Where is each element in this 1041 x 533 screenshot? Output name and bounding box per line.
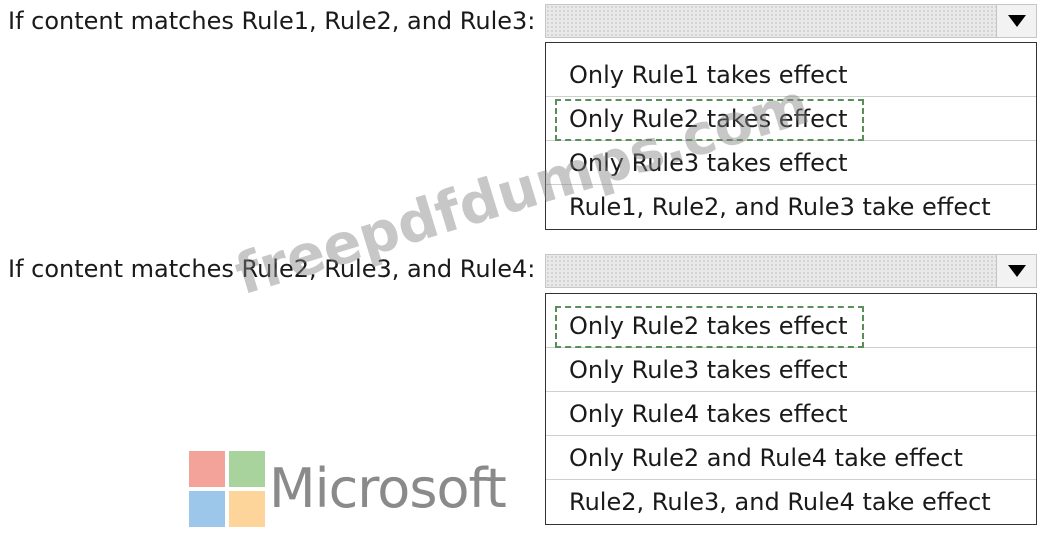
question-2-options: Only Rule2 takes effect Only Rule3 takes… <box>545 293 1037 525</box>
question-1-label: If content matches Rule1, Rule2, and Rul… <box>8 7 536 35</box>
question-2-dropdown[interactable] <box>545 254 1037 288</box>
option-list-item[interactable]: Only Rule2 and Rule4 take effect <box>546 436 1036 480</box>
microsoft-logo: Microsoft <box>189 451 507 527</box>
question-1-dropdown[interactable] <box>545 4 1037 38</box>
logo-square-red <box>189 451 225 487</box>
option-list-item[interactable]: Only Rule3 takes effect <box>546 141 1036 185</box>
option-list-item[interactable]: Rule2, Rule3, and Rule4 take effect <box>546 480 1036 524</box>
question-1-options: Only Rule1 takes effect Only Rule2 takes… <box>545 42 1037 230</box>
logo-square-yellow <box>229 491 265 527</box>
microsoft-logo-text: Microsoft <box>269 457 507 520</box>
triangle-down-icon <box>1007 265 1026 277</box>
option-list-item-selected[interactable]: Only Rule2 takes effect <box>546 304 1036 348</box>
triangle-down-icon <box>1007 15 1026 27</box>
option-list-item-selected[interactable]: Only Rule2 takes effect <box>546 97 1036 141</box>
option-list-item[interactable]: Only Rule4 takes effect <box>546 392 1036 436</box>
option-list-item[interactable]: Rule1, Rule2, and Rule3 take effect <box>546 185 1036 229</box>
logo-square-blue <box>189 491 225 527</box>
option-list-item[interactable]: Only Rule1 takes effect <box>546 53 1036 97</box>
question-2-label: If content matches Rule2, Rule3, and Rul… <box>8 255 536 283</box>
dropdown-arrow-button[interactable] <box>996 255 1036 287</box>
option-list-item[interactable]: Only Rule3 takes effect <box>546 348 1036 392</box>
microsoft-squares-icon <box>189 451 265 527</box>
dropdown-arrow-button[interactable] <box>996 5 1036 37</box>
logo-square-green <box>229 451 265 487</box>
